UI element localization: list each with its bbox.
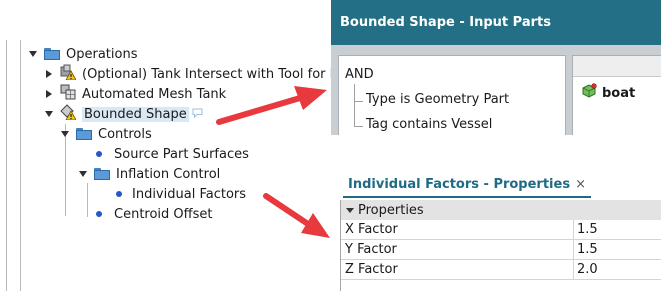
annotation-arrow: [216, 86, 327, 125]
annotation-arrow: [263, 193, 330, 238]
annotation-arrows: [216, 86, 330, 238]
